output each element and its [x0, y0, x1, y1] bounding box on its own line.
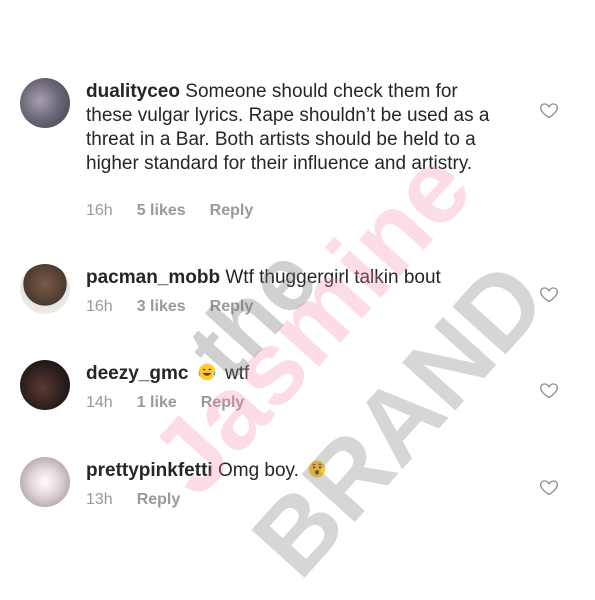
comment-likes[interactable]: 5 likes: [137, 202, 186, 220]
comment-time: 13h: [86, 491, 113, 508]
avatar[interactable]: [20, 78, 70, 128]
comment-username[interactable]: pacman_mobb: [86, 267, 220, 288]
reply-button[interactable]: Reply: [210, 202, 254, 220]
comment-meta: 14h 1 like Reply: [86, 394, 244, 412]
comment-username[interactable]: deezy_gmc: [86, 363, 188, 384]
reply-button[interactable]: Reply: [201, 394, 245, 412]
comment-username[interactable]: prettypinkfetti: [86, 460, 213, 481]
hushed-face-icon: [308, 460, 326, 478]
avatar[interactable]: [20, 457, 70, 507]
comment-meta: 13h Reply: [86, 491, 180, 509]
heart-icon[interactable]: [539, 100, 559, 120]
comment-meta: 16h 5 likes Reply: [86, 202, 253, 220]
comment-time: 16h: [86, 298, 113, 315]
comment-text: wtf: [225, 363, 250, 384]
comment-text: Omg boy.: [217, 460, 299, 481]
comments-list: dualityceo Someone should check them for…: [0, 0, 595, 595]
avatar[interactable]: [20, 264, 70, 314]
comment-body: dualityceo Someone should check them for…: [86, 80, 506, 176]
heart-icon[interactable]: [539, 284, 559, 304]
comment-body: pacman_mobb Wtf thuggergirl talkin bout: [86, 266, 506, 290]
heart-icon[interactable]: [539, 380, 559, 400]
comment-text: Wtf thuggergirl talkin bout: [225, 267, 441, 288]
comment-time: 14h: [86, 394, 113, 411]
avatar[interactable]: [20, 360, 70, 410]
heart-icon[interactable]: [539, 477, 559, 497]
comment-time: 16h: [86, 202, 113, 219]
reply-button[interactable]: Reply: [210, 298, 254, 316]
comment-likes[interactable]: 3 likes: [137, 298, 186, 316]
comment-username[interactable]: dualityceo: [86, 81, 180, 102]
comment-body: prettypinkfetti Omg boy.: [86, 459, 506, 483]
comment-likes[interactable]: 1 like: [137, 394, 177, 412]
face-with-tears-of-joy-icon: [198, 363, 216, 381]
comment-meta: 16h 3 likes Reply: [86, 298, 253, 316]
comment-body: deezy_gmc wtf: [86, 362, 506, 386]
reply-button[interactable]: Reply: [137, 491, 181, 509]
